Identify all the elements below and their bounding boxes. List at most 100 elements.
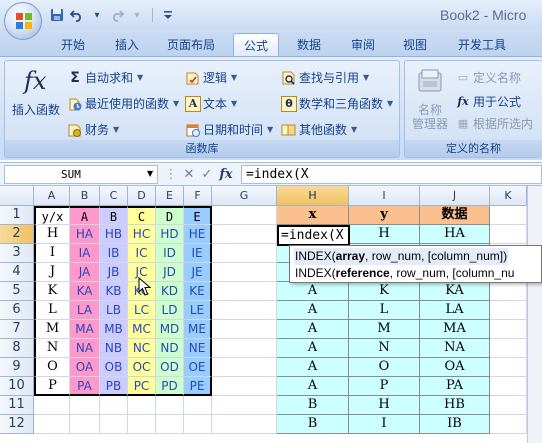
worksheet-grid[interactable]: A B C D E F G H I J K 1 2 3 4 5 6 7 8 9 10 11 12 y/x A B C D E H HA HB H… [0, 186, 542, 443]
math-trig-button[interactable]: θ 数学和三角函数 ▼ [281, 95, 393, 112]
row-header-8[interactable]: 8 [0, 339, 34, 358]
ribbon-panel: fx 插入函数 Σ 自动求和 ▼ 最近使用的函数 ▼ 财务 ▼ 逻辑 ▼ A 文… [0, 56, 542, 160]
redo-dropdown-icon[interactable]: ▾ [128, 7, 146, 24]
right-table-cell: IB [420, 415, 490, 434]
name-box-dropdown-icon[interactable]: ▼ [147, 169, 153, 178]
table-cell: JA [70, 263, 100, 282]
row-header-5[interactable]: 5 [0, 282, 34, 301]
date-time-button[interactable]: 日期和时间 ▼ [185, 121, 273, 138]
empty-cell [490, 301, 527, 320]
more-functions-button[interactable]: 其他函数 ▼ [281, 121, 357, 138]
table-cell: HE [184, 225, 212, 244]
right-table-cell: H [349, 396, 420, 415]
row-header-4[interactable]: 4 [0, 263, 34, 282]
insert-function-button[interactable]: fx 插入函数 [7, 65, 65, 121]
empty-cell [490, 358, 527, 377]
define-name-button[interactable]: ▭ 定义名称 [455, 69, 521, 86]
fx-small-icon: fx [457, 95, 469, 108]
lookup-reference-button[interactable]: 查找与引用 ▼ [281, 69, 369, 86]
row-header-3[interactable]: 3 [0, 244, 34, 263]
right-table-cell: NA [420, 339, 490, 358]
empty-cell [212, 415, 277, 434]
tab-insert[interactable]: 插入 [106, 33, 148, 56]
column-header-f[interactable]: F [184, 186, 212, 206]
chevron-down-icon: ▼ [113, 125, 120, 134]
office-button[interactable] [4, 2, 42, 40]
customize-qat-icon[interactable] [159, 7, 177, 24]
chevron-down-icon: ▼ [231, 73, 238, 82]
financial-button[interactable]: 财务 ▼ [67, 121, 119, 138]
empty-cell [34, 415, 70, 434]
right-table-cell: A [277, 377, 349, 396]
column-header-d[interactable]: D [128, 186, 156, 206]
tooltip-signature-array[interactable]: INDEX(array, row_num, [column_num]) [294, 248, 509, 265]
tab-review[interactable]: 审阅 [342, 33, 384, 56]
autosum-button[interactable]: Σ 自动求和 ▼ [67, 69, 143, 86]
function-signature-tooltip: INDEX(array, row_num, [column_num]) INDEX… [289, 245, 542, 283]
right-table-cell: L [349, 301, 420, 320]
undo-icon[interactable] [68, 7, 86, 24]
tab-view[interactable]: 视图 [394, 33, 436, 56]
right-table-cell: I [349, 415, 420, 434]
formula-input[interactable]: =index(X [241, 165, 542, 184]
table-cell: ID [156, 244, 184, 263]
select-all-corner[interactable] [0, 186, 34, 206]
recent-functions-button[interactable]: 最近使用的函数 ▼ [67, 95, 179, 112]
column-header-b[interactable]: B [70, 186, 100, 206]
right-table-cell: A [277, 358, 349, 377]
column-header-j[interactable]: J [420, 186, 490, 206]
insert-function-icon[interactable]: fx [218, 166, 234, 183]
table-cell: JD [156, 263, 184, 282]
column-header-e[interactable]: E [156, 186, 184, 206]
row-header-11[interactable]: 11 [0, 396, 34, 415]
active-cell-h2[interactable]: =index(X [277, 225, 350, 246]
row-header-10[interactable]: 10 [0, 377, 34, 396]
name-box[interactable]: SUM [4, 165, 158, 184]
row-header-2[interactable]: 2 [0, 225, 34, 244]
tab-formulas[interactable]: 公式 [233, 33, 279, 56]
right-table-cell: KA [420, 282, 490, 301]
row-header-1[interactable]: 1 [0, 206, 34, 225]
vertical-scrollbar[interactable] [527, 186, 542, 443]
tab-developer[interactable]: 开发工具 [448, 33, 516, 56]
column-header-g[interactable]: G [212, 186, 277, 206]
tab-data[interactable]: 数据 [288, 33, 330, 56]
redo-icon[interactable] [108, 7, 126, 24]
table-cell: KE [184, 282, 212, 301]
table-cell: ND [156, 339, 184, 358]
table-cell: I [34, 244, 70, 263]
column-header-a[interactable]: A [34, 186, 70, 206]
tab-home[interactable]: 开始 [52, 33, 94, 56]
enter-icon[interactable]: ✓ [199, 166, 215, 183]
column-header-i[interactable]: I [349, 186, 420, 206]
right-table-cell: A [277, 320, 349, 339]
column-header-k[interactable]: K [490, 186, 527, 206]
function-library-group: fx 插入函数 Σ 自动求和 ▼ 最近使用的函数 ▼ 财务 ▼ 逻辑 ▼ A 文… [4, 60, 400, 158]
tooltip-function-name: INDEX( [295, 249, 336, 263]
row-header-12[interactable]: 12 [0, 415, 34, 434]
name-manager-button[interactable]: 名称 管理器 [407, 65, 453, 135]
create-from-selection-label: 根据所选内 [473, 117, 534, 131]
table-cell: HD [156, 225, 184, 244]
column-header-h[interactable]: H [277, 186, 349, 206]
row-header-7[interactable]: 7 [0, 320, 34, 339]
undo-dropdown-icon[interactable]: ▾ [88, 7, 106, 24]
row-header-6[interactable]: 6 [0, 301, 34, 320]
table-cell: N [34, 339, 70, 358]
column-header-c[interactable]: C [100, 186, 128, 206]
empty-cell [212, 282, 277, 301]
empty-cell [490, 415, 527, 434]
cancel-icon[interactable]: ✕ [181, 166, 197, 183]
text-functions-button[interactable]: A 文本 ▼ [185, 95, 237, 112]
save-icon[interactable] [48, 7, 66, 24]
right-table-cell: O [349, 358, 420, 377]
logical-button[interactable]: 逻辑 ▼ [185, 69, 237, 86]
chevron-down-icon: ▼ [267, 125, 274, 134]
formula-bar-resize-icon[interactable]: ⋮ [163, 166, 179, 183]
tooltip-signature-reference[interactable]: INDEX(reference, row_num, [column_nu [294, 265, 515, 282]
use-in-formula-button[interactable]: fx 用于公式 [455, 93, 521, 110]
tab-page-layout[interactable]: 页面布局 [160, 33, 222, 56]
row-header-9[interactable]: 9 [0, 358, 34, 377]
create-from-selection-button[interactable]: ▦ 根据所选内 [455, 115, 533, 132]
empty-cell [212, 263, 277, 282]
